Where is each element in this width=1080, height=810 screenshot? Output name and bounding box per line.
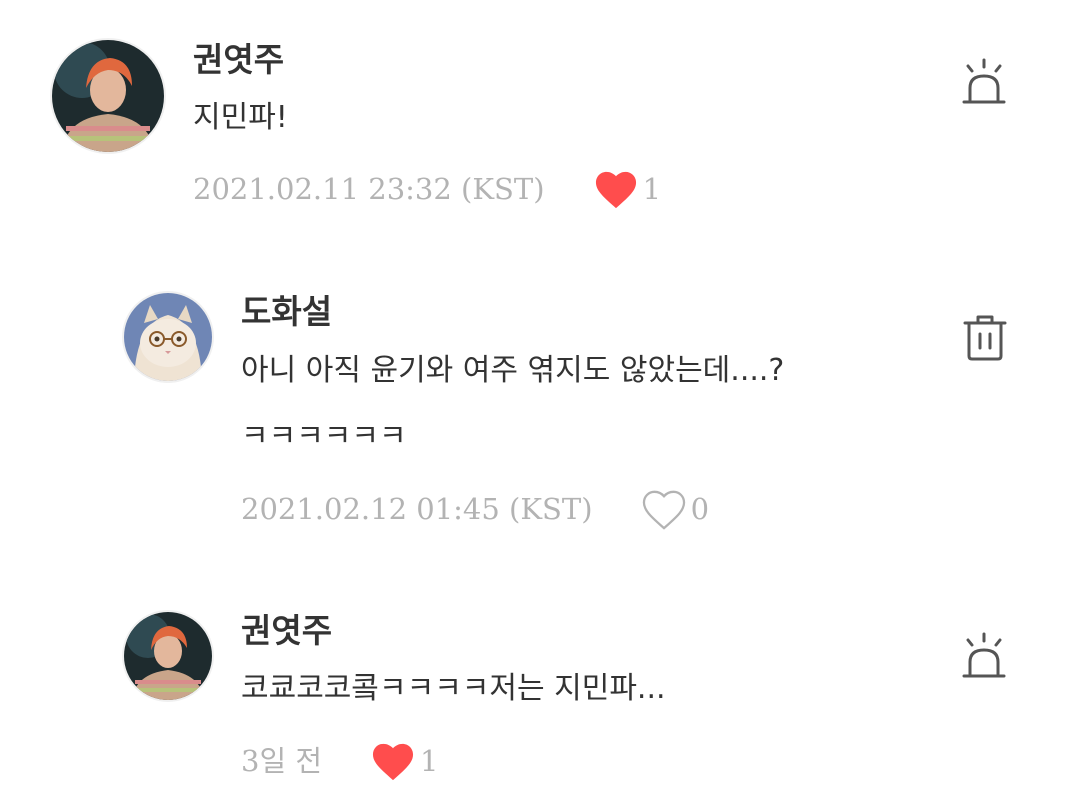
comment-meta: 2021.02.11 23:32 (KST) 1 bbox=[193, 168, 661, 210]
avatar[interactable] bbox=[122, 610, 214, 702]
comment-text: ㅋㅋㅋㅋㅋㅋ bbox=[241, 419, 407, 454]
avatar[interactable] bbox=[50, 38, 166, 154]
like-button[interactable]: 1 bbox=[370, 740, 438, 782]
comment-timestamp: 2021.02.12 01:45 (KST) bbox=[241, 491, 593, 526]
avatar-image bbox=[124, 612, 212, 700]
comment-author[interactable]: 권엿주 bbox=[193, 43, 284, 76]
like-count: 1 bbox=[642, 171, 662, 206]
heart-outline-icon bbox=[642, 490, 685, 530]
report-button[interactable] bbox=[960, 632, 1008, 684]
heart-filled-icon bbox=[372, 743, 414, 781]
heart-filled-icon bbox=[595, 171, 636, 209]
comment-meta: 3일 전 1 bbox=[241, 740, 438, 782]
like-button[interactable]: 1 bbox=[593, 168, 661, 210]
comment-author[interactable]: 도화설 bbox=[241, 295, 332, 328]
comment-text: 코쿄코코콬ㅋㅋㅋㅋ저는 지민파... bbox=[241, 671, 666, 706]
comment-author[interactable]: 권엿주 bbox=[241, 614, 332, 647]
trash-icon bbox=[963, 315, 1007, 361]
report-button[interactable] bbox=[960, 58, 1008, 110]
siren-icon bbox=[962, 632, 1006, 678]
comment-meta: 2021.02.12 01:45 (KST) 0 bbox=[241, 488, 709, 530]
comment-text: 아니 아직 윤기와 여주 엮지도 않았는데....? bbox=[241, 353, 785, 388]
like-count: 0 bbox=[690, 491, 710, 526]
like-button[interactable]: 0 bbox=[641, 488, 709, 530]
comment-timestamp: 3일 전 bbox=[241, 743, 323, 778]
delete-button[interactable] bbox=[962, 312, 1008, 362]
avatar[interactable] bbox=[122, 291, 214, 383]
like-count: 1 bbox=[420, 743, 439, 778]
avatar-image bbox=[124, 293, 212, 381]
siren-icon bbox=[962, 58, 1006, 104]
avatar-image bbox=[52, 40, 164, 152]
comment-text: 지민파! bbox=[193, 100, 288, 135]
comment-timestamp: 2021.02.11 23:32 (KST) bbox=[193, 171, 545, 206]
